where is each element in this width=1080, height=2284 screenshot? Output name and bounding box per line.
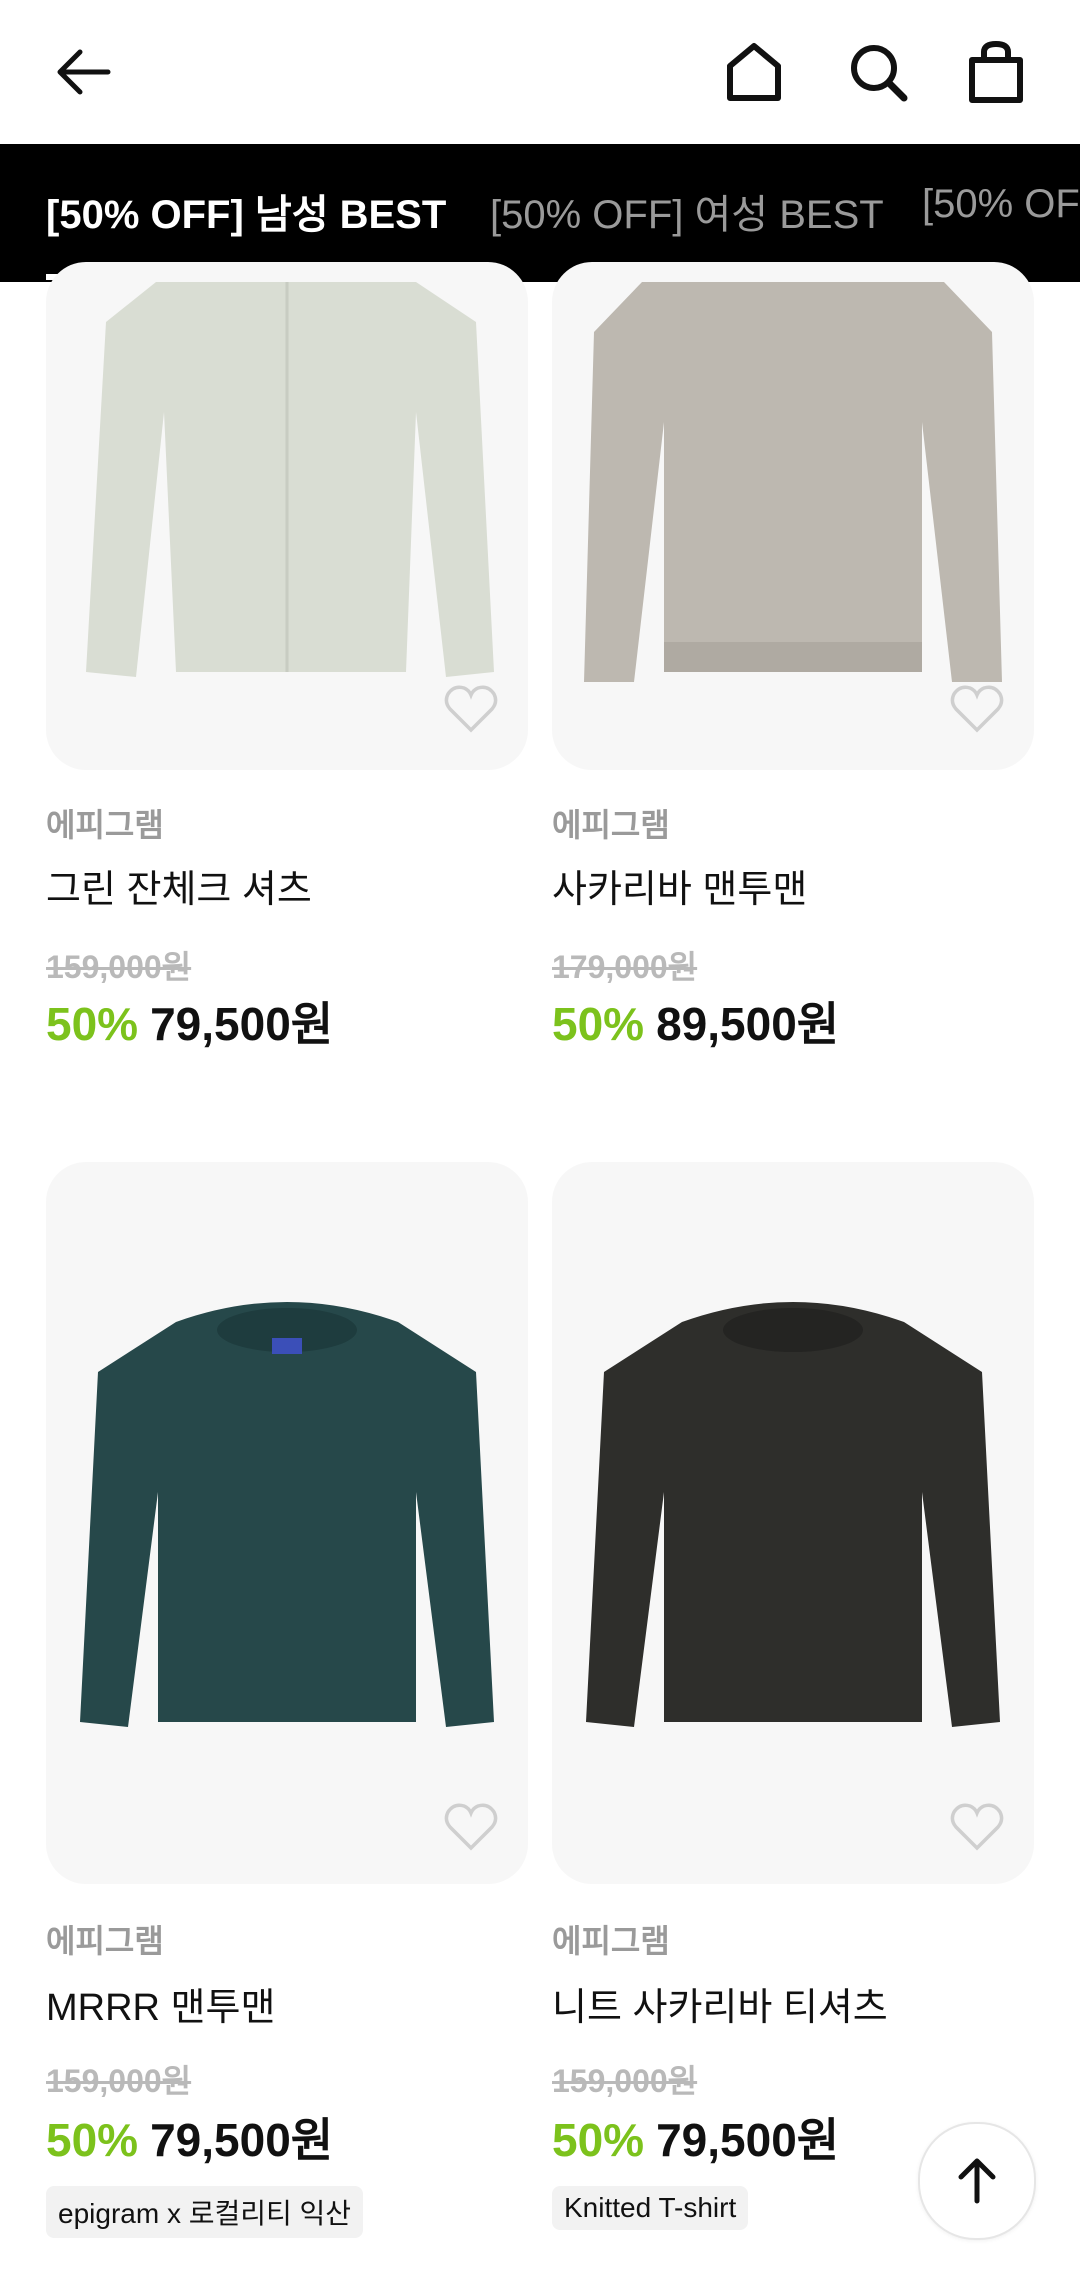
top-bar — [0, 0, 1080, 144]
back-arrow-icon[interactable] — [42, 32, 122, 112]
product-tag: Knitted T-shirt — [552, 2186, 749, 2230]
arrow-up-icon — [958, 2158, 996, 2204]
heart-icon[interactable] — [948, 680, 1006, 738]
discount-rate: 50% — [46, 2114, 139, 2166]
sale-price-line: 50% 79,500원 — [46, 2104, 333, 2170]
bag-icon[interactable] — [956, 32, 1036, 112]
brand-label: 에피그램 — [46, 1923, 164, 1959]
product-image[interactable] — [552, 262, 1034, 770]
product-name[interactable]: 니트 사카리바 티셔츠 — [552, 1976, 888, 2031]
original-price: 159,000원 — [46, 949, 192, 985]
sale-price: 79,500원 — [150, 2114, 334, 2166]
heart-icon[interactable] — [442, 680, 500, 738]
sale-price: 79,500원 — [656, 2114, 840, 2166]
sale-price: 89,500원 — [656, 998, 840, 1050]
discount-rate: 50% — [46, 998, 139, 1050]
discount-rate: 50% — [552, 2114, 645, 2166]
brand-label: 에피그램 — [552, 1923, 670, 1959]
home-icon[interactable] — [714, 32, 794, 112]
brand-label: 에피그램 — [552, 807, 670, 843]
original-price: 179,000원 — [552, 949, 698, 985]
product-name[interactable]: MRRR 맨투맨 — [46, 1976, 275, 2031]
tab-men-best[interactable]: [50% OFF] 남성 BEST — [46, 182, 446, 240]
sale-price-line: 50% 89,500원 — [552, 988, 839, 1054]
original-price: 159,000원 — [552, 2063, 698, 2099]
product-image[interactable] — [46, 1162, 528, 1884]
sale-price: 79,500원 — [150, 998, 334, 1050]
sale-price-line: 50% 79,500원 — [552, 2104, 839, 2170]
tab-third[interactable]: [50% OFF — [922, 182, 1080, 227]
product-image[interactable] — [46, 262, 528, 770]
original-price: 159,000원 — [46, 2063, 192, 2099]
sale-price-line: 50% 79,500원 — [46, 988, 333, 1054]
product-name[interactable]: 사카리바 맨투맨 — [552, 858, 807, 913]
tab-women-best[interactable]: [50% OFF] 여성 BEST — [490, 182, 884, 240]
discount-rate: 50% — [552, 998, 645, 1050]
heart-icon[interactable] — [442, 1798, 500, 1856]
product-image[interactable] — [552, 1162, 1034, 1884]
product-tag: epigram x 로컬리티 익산 — [46, 2186, 364, 2238]
search-icon[interactable] — [838, 32, 918, 112]
scroll-to-top-button[interactable] — [918, 2122, 1036, 2240]
heart-icon[interactable] — [948, 1798, 1006, 1856]
brand-label: 에피그램 — [46, 807, 164, 843]
product-name[interactable]: 그린 잔체크 셔츠 — [46, 858, 312, 913]
